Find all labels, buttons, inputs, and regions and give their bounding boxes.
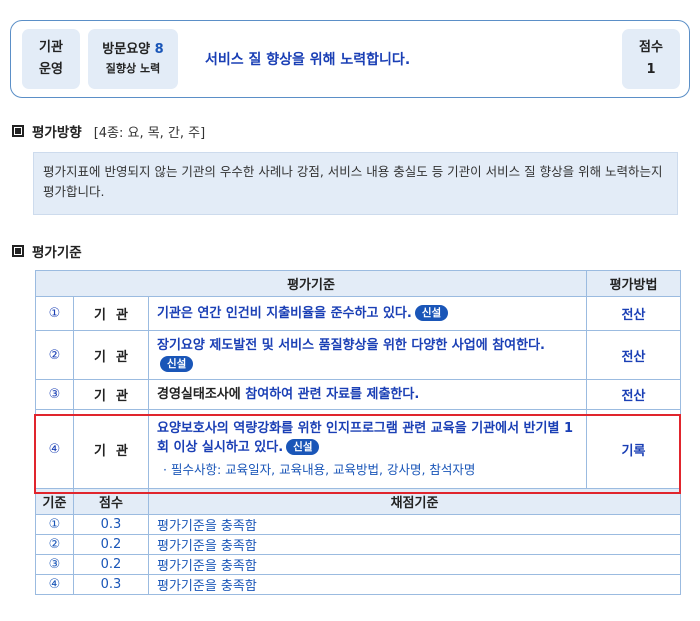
criteria-header-row: 평가기준 평가방법 [35, 270, 681, 297]
required-items-note: · 필수사항: 교육일자, 교육내용, 교육방법, 강사명, 참석자명 [163, 462, 476, 477]
direction-scope: [4종: 요, 목, 간, 주] [93, 125, 206, 141]
item-sub: 질향상 노력 [105, 62, 161, 75]
scoring-row-3: ③ 0.2 평가기준을 충족함 [35, 554, 681, 575]
criteria-table: 평가기준 평가방법 ① 기관 기관은 연간 인건비 지출비율을 준수하고 있다.… [35, 270, 681, 595]
col-scoring-criteria: 채점기준 [148, 488, 681, 515]
new-badge: 신설 [160, 356, 194, 372]
criteria-row-4: ④ 기관 요양보호사의 역량강화를 위한 인지프로그램 관련 교육을 기관에서 … [35, 409, 681, 489]
item-number: 8 [154, 42, 164, 57]
score-cell: 점수 1 [622, 29, 680, 89]
scoring-row-4: ④ 0.3 평가기준을 충족함 [35, 574, 681, 595]
scoring-row-2: ② 0.2 평가기준을 충족함 [35, 534, 681, 555]
item-cell: 방문요양 8 질향상 노력 [88, 29, 178, 89]
scoring-header-row: 기준 점수 채점기준 [35, 488, 681, 515]
indicator-header: 기관 운영 방문요양 8 질향상 노력 서비스 질 향상을 위해 노력합니다. … [10, 20, 690, 98]
square-bullet-icon [12, 125, 24, 137]
indicator-title: 서비스 질 향상을 위해 노력합니다. [205, 52, 411, 68]
org-category-cell: 기관 운영 [22, 29, 80, 89]
col-score: 점수 [73, 488, 149, 515]
col-basis: 기준 [35, 488, 74, 515]
criteria-row-1: ① 기관 기관은 연간 인건비 지출비율을 준수하고 있다. 신설 전산 [35, 296, 681, 331]
criteria-row-2: ② 기관 장기요양 제도발전 및 서비스 품질향상을 위한 다양한 사업에 참여… [35, 330, 681, 380]
direction-description: 평가지표에 반영되지 않는 기관의 우수한 사례나 강점, 서비스 내용 충실도… [33, 152, 678, 215]
score-label: 점수 [639, 40, 663, 55]
criteria-heading: 평가기준 [12, 241, 82, 261]
score-value: 1 [646, 62, 656, 77]
new-badge: 신설 [286, 439, 320, 455]
col-method: 평가방법 [586, 270, 681, 297]
org-line2: 운영 [39, 62, 63, 77]
new-badge: 신설 [414, 305, 449, 321]
square-bullet-icon [12, 245, 24, 257]
scoring-row-1: ① 0.3 평가기준을 충족함 [35, 514, 681, 535]
direction-heading: 평가방향 [4종: 요, 목, 간, 주] [12, 121, 205, 141]
col-criteria: 평가기준 [35, 270, 587, 297]
criteria-row-3: ③ 기관 경영실태조사에 참여하여 관련 자료를 제출한다. 전산 [35, 379, 681, 410]
org-line1: 기관 [39, 40, 63, 55]
item-name: 방문요양 [102, 42, 151, 57]
